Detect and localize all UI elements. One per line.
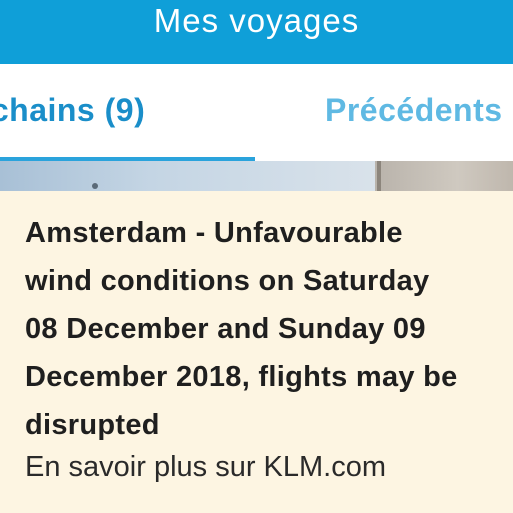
learn-more-klm-link[interactable]: En savoir plus sur KLM.com <box>25 447 386 487</box>
banner-sky <box>0 161 375 191</box>
alert-title-line: Amsterdam - Unfavourable <box>25 217 403 249</box>
app-root: Mes voyages Prochains (9) Précédents ( A… <box>0 0 513 513</box>
page-title: Mes voyages <box>153 2 360 39</box>
alert-title-line: December 2018, flights may be <box>25 361 458 393</box>
tab-past-trips-label: Précédents ( <box>325 92 513 128</box>
travel-alert-title: Amsterdam - Unfavourable wind conditions… <box>25 209 513 449</box>
alert-title-line: wind conditions on Saturday <box>25 265 430 297</box>
banner-mast <box>377 161 381 191</box>
app-header: Mes voyages <box>0 0 513 64</box>
trip-banner-image <box>0 161 513 191</box>
alert-title-line: 08 December and Sunday 09 <box>25 313 426 345</box>
trip-tabs: Prochains (9) Précédents ( <box>0 64 513 161</box>
tab-upcoming-trips-label: Prochains (9) <box>0 92 146 128</box>
alert-title-line: disrupted <box>25 409 160 441</box>
tab-past-trips[interactable]: Précédents ( <box>255 64 513 161</box>
travel-alert-card[interactable]: Amsterdam - Unfavourable wind conditions… <box>0 191 513 513</box>
banner-detail <box>92 183 98 189</box>
banner-building <box>375 161 513 191</box>
tab-upcoming-trips[interactable]: Prochains (9) <box>0 64 255 161</box>
